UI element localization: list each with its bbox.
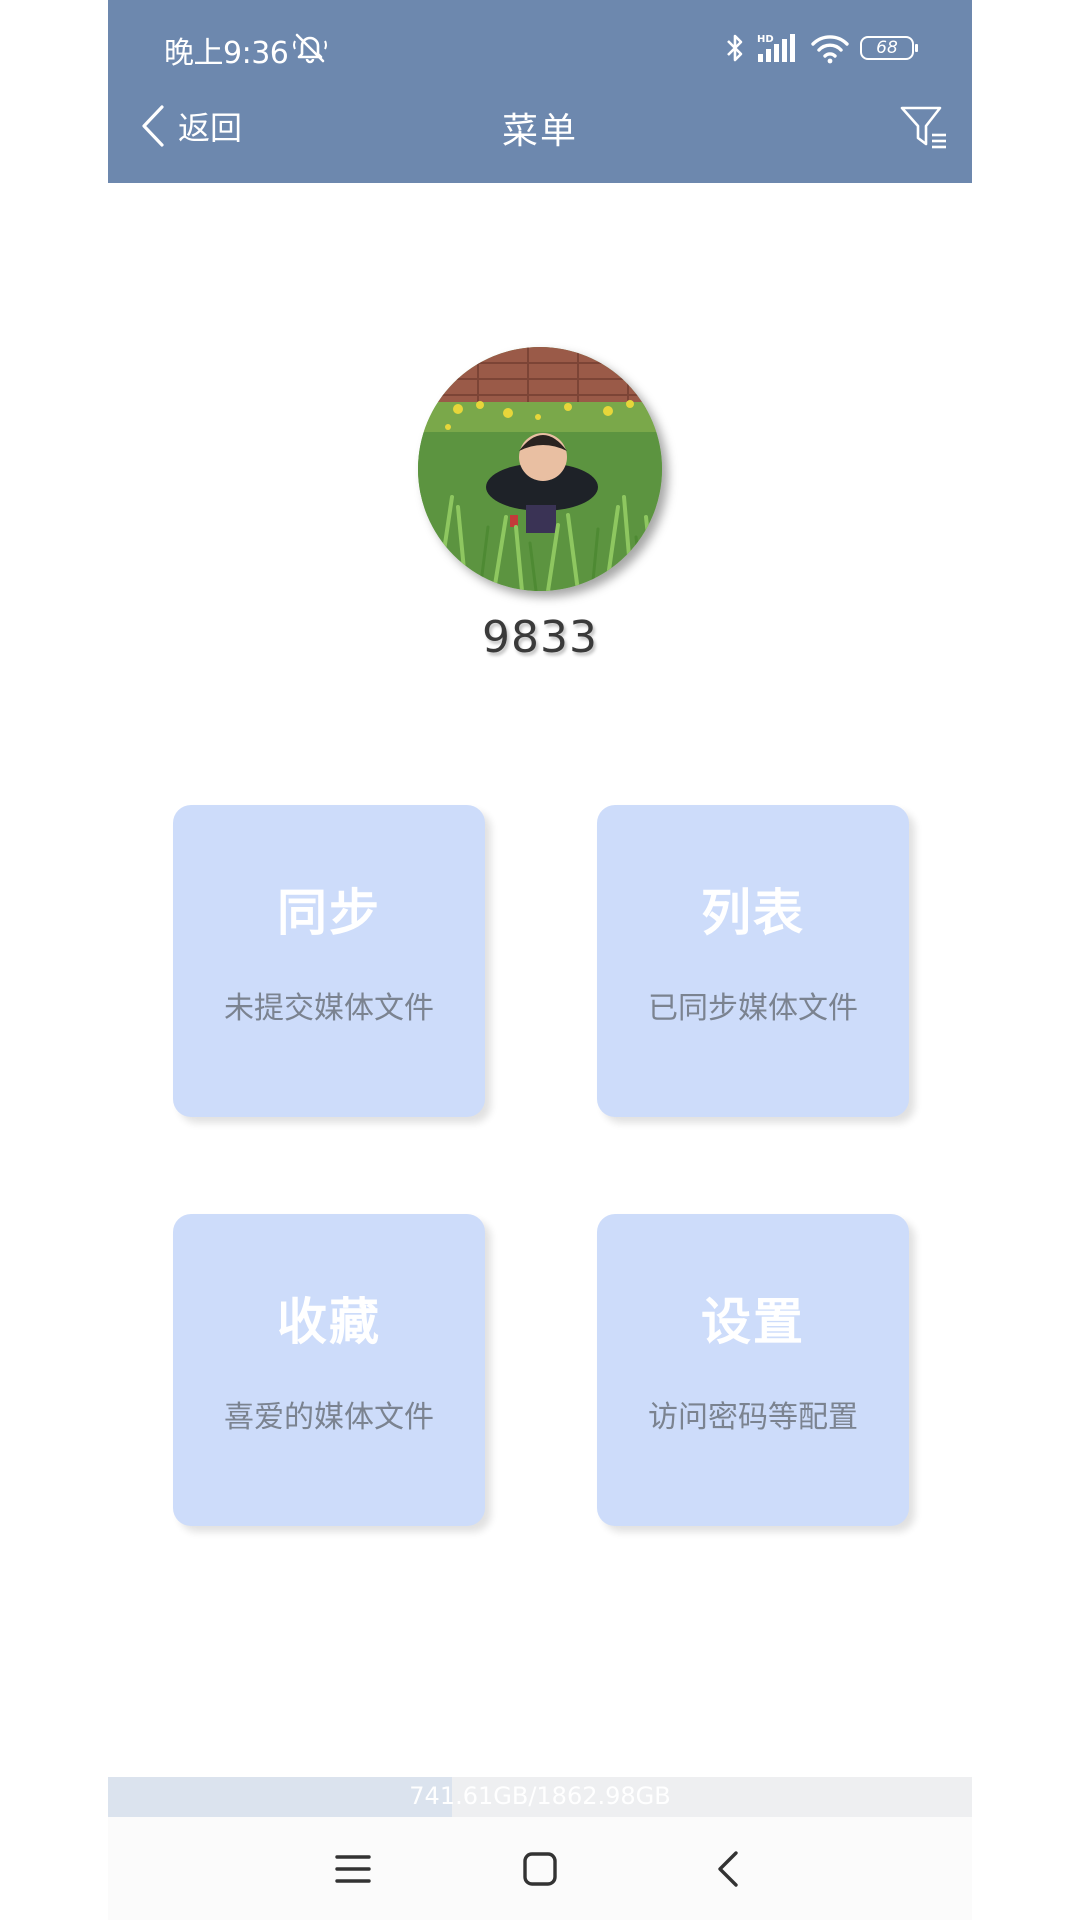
status-time: 晚上9:36 (164, 36, 289, 71)
storage-usage-bar: 741.61GB/1862.98GB (108, 1777, 972, 1817)
card-subtitle: 未提交媒体文件 (224, 991, 434, 1026)
storage-usage-text: 741.61GB/1862.98GB (409, 1782, 671, 1810)
battery-icon: 68 (860, 36, 918, 60)
card-title: 设置 (701, 1293, 805, 1351)
card-title: 收藏 (277, 1293, 381, 1351)
svg-text:HD: HD (757, 34, 774, 45)
menu-icon[interactable] (329, 1845, 377, 1893)
back-icon[interactable] (706, 1845, 754, 1893)
bluetooth-icon (727, 34, 743, 62)
home-icon[interactable] (516, 1845, 564, 1893)
card-subtitle: 已同步媒体文件 (648, 991, 858, 1026)
sync-card[interactable]: 同步 未提交媒体文件 (173, 805, 485, 1117)
card-title: 列表 (701, 884, 805, 942)
list-card[interactable]: 列表 已同步媒体文件 (597, 805, 909, 1117)
filter-list-icon[interactable] (898, 102, 950, 154)
page-title: 菜单 (501, 111, 578, 152)
hd-signal-icon: HD (757, 34, 795, 62)
user-name: 9833 (482, 612, 598, 663)
app-header: 晚上9:36 HD 68 返回 菜单 (108, 0, 972, 183)
wifi-icon (811, 35, 849, 64)
mute-icon (293, 33, 327, 64)
status-icons: HD 68 (724, 28, 918, 68)
favorites-card[interactable]: 收藏 喜爱的媒体文件 (173, 1214, 485, 1526)
settings-card[interactable]: 设置 访问密码等配置 (597, 1214, 909, 1526)
card-subtitle: 访问密码等配置 (648, 1400, 858, 1435)
avatar[interactable] (418, 347, 662, 591)
card-subtitle: 喜爱的媒体文件 (224, 1400, 434, 1435)
avatar-photo (418, 347, 662, 591)
menu-screen: 晚上9:36 HD 68 返回 菜单 9833 同步 未提交媒体文件 列表 已同… (0, 0, 1080, 1920)
system-nav-bar (108, 1817, 972, 1920)
card-title: 同步 (277, 884, 381, 942)
